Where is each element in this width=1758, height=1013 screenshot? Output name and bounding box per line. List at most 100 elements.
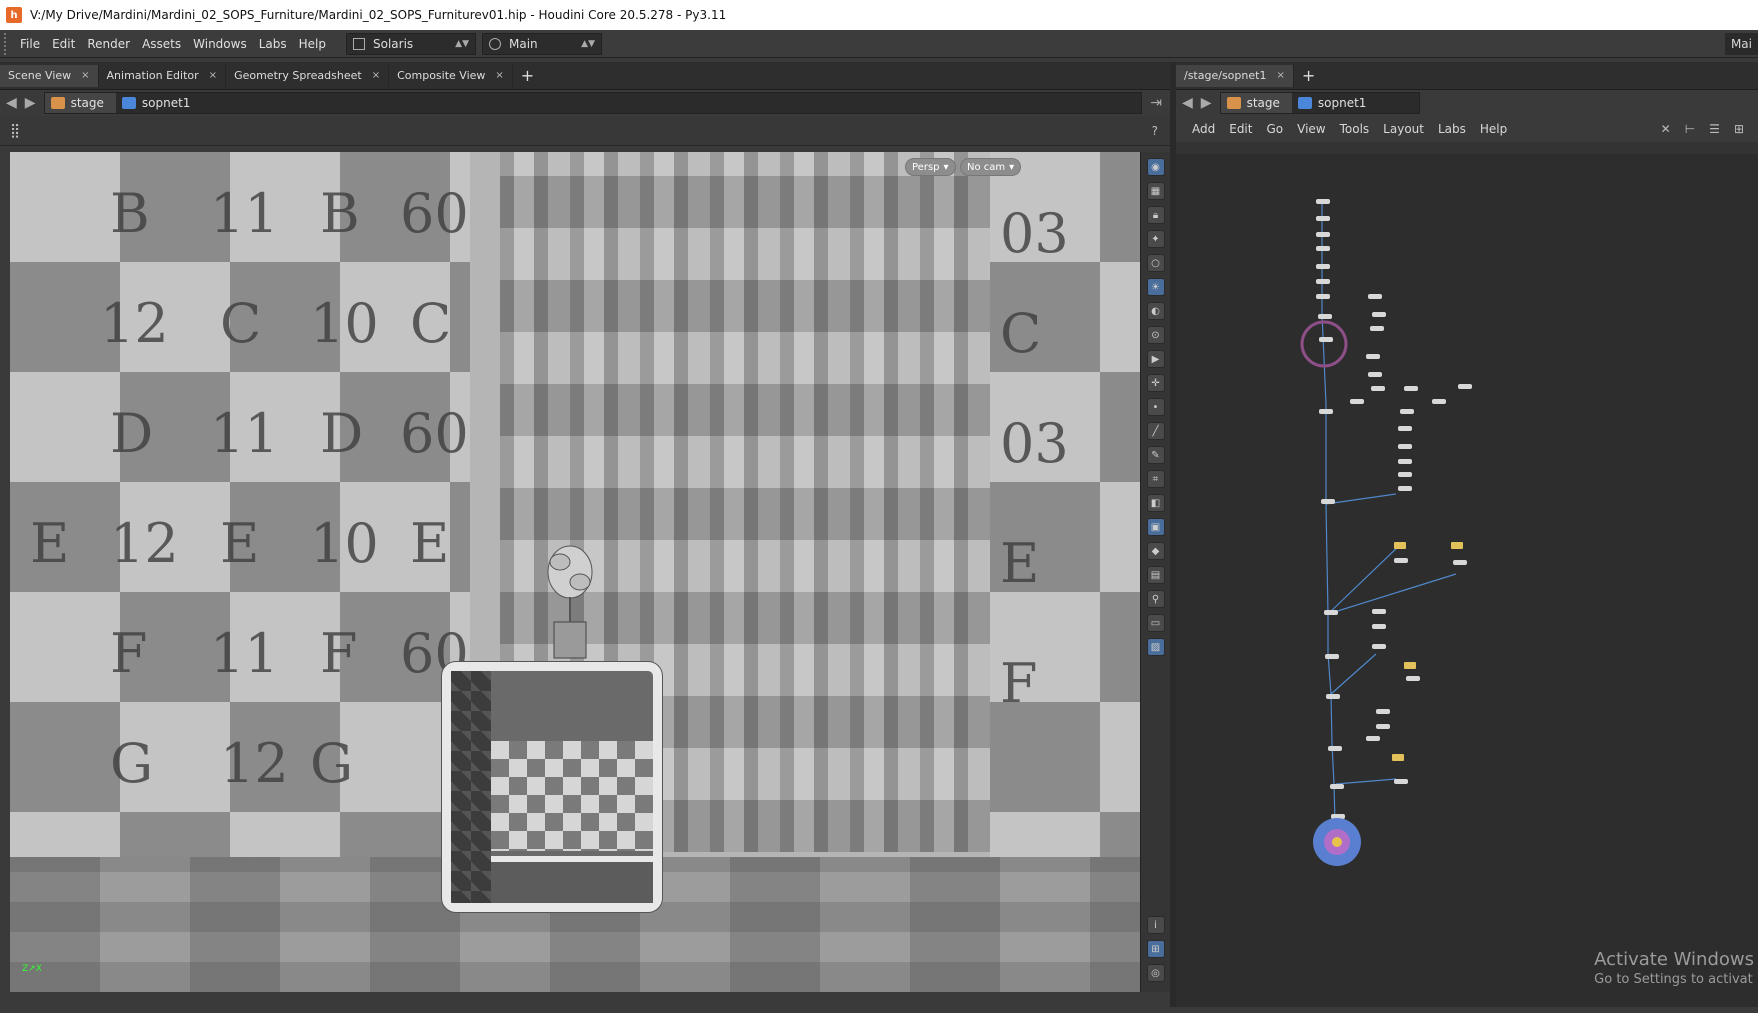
help-icon[interactable]: ? (1152, 124, 1158, 138)
network-node[interactable] (1316, 279, 1330, 284)
network-node[interactable] (1366, 736, 1380, 741)
back-arrow-icon[interactable]: ◀ (6, 95, 17, 111)
network-node[interactable] (1316, 246, 1330, 251)
grid-menu-icon[interactable]: ⣿ (10, 123, 20, 139)
list-icon[interactable]: ☰ (1709, 122, 1720, 136)
wireframe-icon[interactable]: ▦ (1146, 182, 1165, 200)
breadcrumb-sopnet[interactable]: sopnet1 (116, 93, 203, 113)
network-node[interactable] (1398, 472, 1412, 477)
network-node[interactable] (1432, 399, 1446, 404)
forward-arrow-icon[interactable]: ▶ (1201, 95, 1212, 111)
network-node[interactable] (1372, 609, 1386, 614)
net-menu-labs[interactable]: Labs (1438, 122, 1466, 136)
network-node[interactable] (1372, 312, 1386, 317)
menu-assets[interactable]: Assets (136, 37, 187, 51)
display-options-icon[interactable]: ◉ (1146, 158, 1165, 176)
close-icon[interactable]: × (81, 70, 89, 81)
camera-persp-menu[interactable]: Persp ▾ (905, 158, 956, 176)
network-node[interactable] (1368, 372, 1382, 377)
menu-labs[interactable]: Labs (253, 37, 293, 51)
node-network-canvas[interactable]: Activate Windows Go to Settings to activ… (1176, 154, 1758, 1007)
eye-icon[interactable]: ◎ (1146, 964, 1165, 982)
tree-icon[interactable]: ⊢ (1685, 122, 1695, 136)
network-node[interactable] (1318, 314, 1332, 319)
network-node[interactable] (1316, 199, 1330, 204)
grip-handle-icon[interactable] (4, 32, 14, 55)
camera-icon[interactable]: ⊙ (1146, 326, 1165, 344)
network-node[interactable] (1372, 644, 1386, 649)
transform-icon[interactable]: ✛ (1146, 374, 1165, 392)
network-node[interactable] (1376, 709, 1390, 714)
folder-node-icon[interactable] (1451, 542, 1463, 549)
menu-edit[interactable]: Edit (46, 37, 81, 51)
pin-icon[interactable]: ⇥ (1150, 95, 1162, 111)
layer-icon[interactable]: ▭ (1146, 614, 1165, 632)
net-menu-layout[interactable]: Layout (1383, 122, 1424, 136)
network-node[interactable] (1370, 326, 1384, 331)
network-node[interactable] (1328, 746, 1342, 751)
wrench-icon[interactable]: ✕ (1661, 122, 1671, 136)
bone-icon[interactable]: ⚲ (1146, 590, 1165, 608)
tab-composite-view[interactable]: Composite View × (389, 64, 513, 87)
close-icon[interactable]: × (209, 70, 217, 81)
camera-select-menu[interactable]: No cam ▾ (960, 158, 1022, 176)
measure-icon[interactable]: ⌗ (1146, 470, 1165, 488)
net-menu-add[interactable]: Add (1192, 122, 1215, 136)
close-icon[interactable]: × (495, 70, 503, 81)
scene-icon[interactable]: ▤ (1146, 566, 1165, 584)
breadcrumb-stage[interactable]: stage (44, 93, 116, 113)
back-arrow-icon[interactable]: ◀ (1182, 95, 1193, 111)
menu-windows[interactable]: Windows (187, 37, 253, 51)
breadcrumb-sopnet[interactable]: sopnet1 (1292, 93, 1379, 113)
network-node[interactable] (1398, 444, 1412, 449)
add-tab-button[interactable]: + (1294, 66, 1323, 85)
network-node[interactable] (1319, 337, 1333, 342)
point-icon[interactable]: • (1146, 398, 1165, 416)
select-icon[interactable]: ▶ (1146, 350, 1165, 368)
breadcrumb-stage[interactable]: stage (1220, 93, 1292, 113)
net-menu-view[interactable]: View (1297, 122, 1325, 136)
tab-network-path[interactable]: /stage/sopnet1 × (1176, 64, 1294, 87)
network-node[interactable] (1404, 386, 1418, 391)
network-node[interactable] (1316, 216, 1330, 221)
desktop-select[interactable]: Solaris ▲▼ (346, 32, 476, 55)
network-node[interactable] (1398, 459, 1412, 464)
forward-arrow-icon[interactable]: ▶ (25, 95, 36, 111)
folder-node-icon[interactable] (1394, 542, 1406, 549)
context-select[interactable]: Main ▲▼ (482, 32, 602, 55)
net-menu-tools[interactable]: Tools (1340, 122, 1370, 136)
folder-node-icon[interactable] (1404, 662, 1416, 669)
net-menu-go[interactable]: Go (1266, 122, 1283, 136)
network-node[interactable] (1394, 558, 1408, 563)
output-node[interactable] (1313, 818, 1361, 866)
network-node[interactable] (1325, 654, 1339, 659)
network-node[interactable] (1371, 386, 1385, 391)
add-tab-button[interactable]: + (513, 66, 542, 85)
shelf-set-chip[interactable]: Mai (1724, 32, 1758, 55)
grid-view-icon[interactable]: ⊞ (1734, 122, 1744, 136)
snap-icon[interactable]: ✦ (1146, 230, 1165, 248)
diamond-icon[interactable]: ◆ (1146, 542, 1165, 560)
grid-layout-icon[interactable]: ⊞ (1146, 940, 1165, 958)
net-menu-help[interactable]: Help (1480, 122, 1507, 136)
network-node[interactable] (1376, 724, 1390, 729)
network-node[interactable] (1326, 694, 1340, 699)
network-node[interactable] (1406, 676, 1420, 681)
network-node[interactable] (1398, 426, 1412, 431)
network-node[interactable] (1400, 409, 1414, 414)
network-node[interactable] (1321, 499, 1335, 504)
close-icon[interactable]: × (1276, 70, 1284, 81)
menu-help[interactable]: Help (293, 37, 332, 51)
network-node[interactable] (1366, 354, 1380, 359)
texture-icon[interactable]: ▣ (1146, 518, 1165, 536)
network-node[interactable] (1394, 779, 1408, 784)
headlight-icon[interactable]: ☀ (1146, 278, 1165, 296)
network-node[interactable] (1458, 384, 1472, 389)
shading-icon[interactable]: ◐ (1146, 302, 1165, 320)
picture-icon[interactable]: ▨ (1146, 638, 1165, 656)
light-icon[interactable]: ○ (1146, 254, 1165, 272)
3d-viewport[interactable]: B 11 B 60 12 C 10 C D 11 D 60 E 12 E 10 … (10, 152, 1140, 992)
network-node[interactable] (1453, 560, 1467, 565)
menu-file[interactable]: File (14, 37, 46, 51)
network-node[interactable] (1368, 294, 1382, 299)
